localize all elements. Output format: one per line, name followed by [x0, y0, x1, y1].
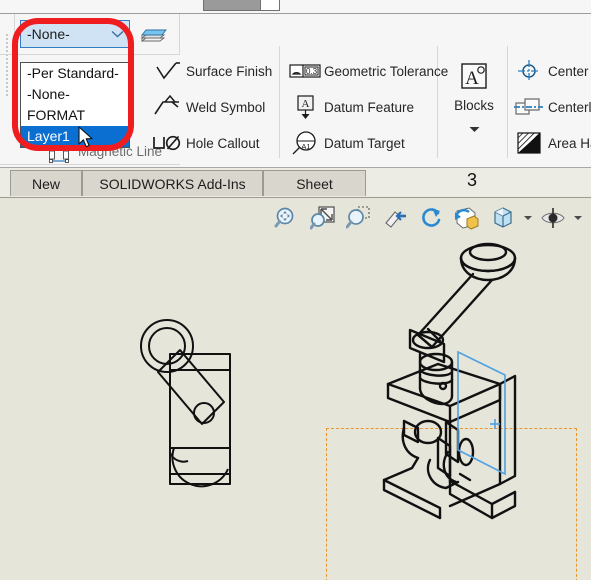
hide-show-items-icon[interactable]	[538, 203, 568, 233]
svg-text:A1: A1	[301, 142, 310, 151]
blocks-icon: A	[441, 56, 507, 96]
solidworks-window: -None- -Per Standard- -None- FORMAT Laye…	[0, 0, 591, 580]
ribbon-item-geometric-tolerance[interactable]: 0.3 Geometric Tolerance	[288, 56, 448, 86]
layer-option-layer1[interactable]: Layer1	[21, 126, 129, 147]
display-style-chevron-icon[interactable]	[524, 214, 532, 223]
svg-text:0.3: 0.3	[306, 67, 318, 76]
view-orientation-icon[interactable]	[488, 203, 518, 233]
rotate-view-icon[interactable]	[416, 203, 446, 233]
ribbon-cell-divider-1	[0, 54, 180, 55]
svg-text:A: A	[302, 98, 310, 110]
ribbon-item-datum-target[interactable]: A1 Datum Target	[288, 128, 405, 158]
partial-scrollbar-track[interactable]	[260, 0, 280, 11]
ribbon-item-center-mark[interactable]: Center Mark	[512, 56, 591, 86]
section-view-icon[interactable]	[452, 203, 482, 233]
geometric-tolerance-icon: 0.3	[288, 58, 322, 84]
ribbon-item-hole-callout-label: Hole Callout	[186, 135, 260, 151]
ribbon-item-centerline[interactable]: Centerline	[512, 92, 591, 122]
ribbon-item-datum-feature[interactable]: A Datum Feature	[288, 92, 414, 122]
ribbon-item-geometric-tolerance-label: Geometric Tolerance	[324, 63, 449, 79]
ribbon-item-area-hatch[interactable]: Area Hatch/Fill	[512, 128, 591, 158]
previous-view-icon[interactable]	[380, 203, 410, 233]
tab-new-tab[interactable]: New Tab	[10, 170, 82, 218]
ribbon-cell-divider-2	[179, 14, 180, 55]
layer-selector-combobox[interactable]: -None-	[20, 20, 130, 48]
datum-feature-icon: A	[288, 94, 322, 120]
tab-sheet-format[interactable]: Sheet Format	[263, 170, 366, 218]
centerline-icon	[512, 94, 546, 120]
weld-symbol-icon	[150, 94, 184, 120]
layer-selector-value: -None-	[27, 26, 70, 42]
step-number-annotation: 3	[467, 170, 478, 190]
layer-option-per-standard[interactable]: -Per Standard-	[21, 63, 129, 84]
chevron-down-icon[interactable]	[109, 28, 125, 40]
ribbon-item-blocks-label: Blocks	[454, 98, 494, 113]
ribbon-item-area-hatch-label: Area Hatch/Fill	[548, 135, 591, 151]
chevron-down-icon[interactable]	[441, 125, 507, 135]
ribbon-cell-divider-4	[14, 14, 15, 55]
ribbon-item-surface-finish[interactable]: Surface Finish	[150, 56, 272, 86]
isometric-view[interactable]	[340, 236, 580, 536]
layer-option-format[interactable]: FORMAT	[21, 105, 129, 126]
partial-scrollbar-thumb[interactable]	[203, 0, 262, 11]
ribbon-item-blocks[interactable]: A Blocks	[441, 56, 507, 135]
hole-callout-icon	[150, 130, 184, 156]
ribbon-item-weld-symbol-label: Weld Symbol	[186, 99, 266, 115]
drawing-canvas[interactable]	[0, 198, 591, 580]
layer-option-none[interactable]: -None-	[21, 84, 129, 105]
surface-finish-icon	[150, 58, 184, 84]
svg-text:A: A	[465, 68, 479, 89]
layers-icon[interactable]	[136, 24, 170, 48]
zoom-to-area-icon[interactable]	[308, 203, 338, 233]
zoom-in-out-icon[interactable]	[344, 203, 374, 233]
hide-show-chevron-icon[interactable]	[574, 214, 582, 223]
ribbon-item-hole-callout[interactable]: Hole Callout	[150, 128, 260, 158]
command-manager-tabstrip: New Tab SOLIDWORKS Add-Ins Sheet Format	[0, 168, 591, 218]
ribbon-item-weld-symbol[interactable]: Weld Symbol	[150, 92, 265, 122]
zoom-to-fit-icon[interactable]	[272, 203, 302, 233]
toolbar-grip-handle[interactable]	[4, 34, 11, 96]
layer-dropdown-list[interactable]: -Per Standard- -None- FORMAT Layer1	[20, 62, 130, 148]
ribbon: -None- -Per Standard- -None- FORMAT Laye…	[0, 14, 591, 168]
front-orthographic-view[interactable]	[112, 314, 252, 524]
ribbon-item-datum-target-label: Datum Target	[324, 135, 405, 151]
ribbon-item-center-mark-label: Center Mark	[548, 63, 591, 79]
datum-target-icon: A1	[288, 130, 322, 156]
ribbon-item-datum-feature-label: Datum Feature	[324, 99, 415, 115]
ribbon-group-separator-1	[279, 46, 280, 158]
center-mark-icon	[512, 58, 546, 84]
window-top-strip	[0, 0, 591, 14]
ribbon-item-centerline-label: Centerline	[548, 99, 591, 115]
area-hatch-icon	[512, 130, 546, 156]
ribbon-group-separator-3	[507, 46, 508, 158]
tab-solidworks-addins[interactable]: SOLIDWORKS Add-Ins	[82, 170, 263, 196]
ribbon-item-surface-finish-label: Surface Finish	[186, 63, 273, 79]
heads-up-view-toolbar[interactable]	[272, 202, 582, 234]
mouse-cursor	[78, 126, 96, 155]
